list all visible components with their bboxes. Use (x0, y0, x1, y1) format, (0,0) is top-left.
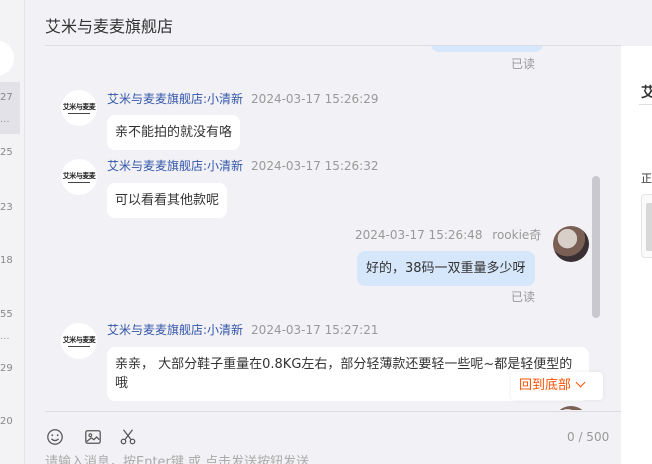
my-message-bubble[interactable]: 好的，38码一双重量多少呀 (357, 251, 535, 286)
message-list[interactable]: 已读 艾米与麦麦 艾米与麦麦旗舰店:小清新 2024-03-17 15:26:29… (25, 46, 621, 410)
back-to-bottom-label: 回到底部 (519, 378, 572, 393)
image-icon[interactable] (83, 428, 103, 446)
message-meta: 艾米与麦麦旗舰店:小清新 2024-03-17 15:26:29 (107, 91, 379, 107)
message-meta: 艾米与麦麦旗舰店:小清新 2024-03-17 15:26:32 (107, 158, 379, 174)
message-input[interactable]: 请输入消息，按Enter键 或 点击发送按钮发送 (45, 454, 309, 464)
product-card[interactable] (641, 194, 652, 258)
product-thumbnail (646, 203, 652, 251)
avatar-logo-line (68, 112, 90, 114)
previous-message-bubble (431, 46, 543, 52)
message-bubble[interactable]: 可以看看其他款呢 (107, 183, 228, 218)
avatar-logo-line (68, 345, 90, 347)
shop-avatar[interactable]: 艾米与麦麦 (61, 90, 97, 126)
conversation-time: 23 (0, 202, 13, 213)
user-avatar[interactable] (553, 406, 589, 410)
message-time: 2024-03-17 15:26:29 (251, 92, 379, 106)
right-panel-divider (639, 104, 652, 105)
conversation-preview: ... (0, 114, 10, 125)
chat-title: 艾米与麦麦旗舰店 (45, 17, 174, 36)
sender-name[interactable]: 艾米与麦麦旗舰店:小清新 (107, 323, 243, 337)
emoji-icon[interactable] (45, 428, 65, 446)
message-time: 2024-03-17 15:26:32 (251, 159, 379, 173)
conversation-time: 55 (0, 309, 13, 320)
avatar-logo-text: 艾米与麦麦 (62, 101, 96, 111)
message-bubble[interactable]: 亲不能拍的就没有咯 (107, 115, 241, 150)
conversation-preview: ... (0, 331, 10, 342)
conversation-list: 27 ... 25 23 18 55 ... 29 20 (0, 0, 25, 464)
app-root: 27 ... 25 23 18 55 ... 29 20 艾米与麦麦旗舰店 已读… (0, 0, 652, 464)
scissors-icon[interactable] (118, 428, 138, 446)
shop-avatar[interactable]: 艾米与麦麦 (61, 159, 97, 195)
message-time: 2024-03-17 15:27:21 (251, 323, 379, 337)
scrollbar[interactable] (592, 176, 600, 318)
chat-pane: 艾米与麦麦旗舰店 已读 艾米与麦麦 艾米与麦麦旗舰店:小清新 2024-03-17… (25, 0, 630, 464)
avatar-logo-text: 艾米与麦麦 (62, 170, 96, 180)
conversation-time: 18 (0, 255, 13, 266)
sender-name[interactable]: 艾米与麦麦旗舰店:小清新 (107, 92, 243, 106)
sender-name: rookie奇 (492, 228, 542, 242)
read-status: 已读 (511, 57, 536, 71)
right-panel: 艾 正 (621, 0, 652, 464)
back-to-bottom-button[interactable]: 回到底部 (511, 372, 603, 400)
conversation-time: 25 (0, 147, 13, 158)
right-panel-top (621, 0, 652, 46)
char-counter: 0 / 500 (567, 430, 610, 444)
sender-name[interactable]: 艾米与麦麦旗舰店:小清新 (107, 159, 243, 173)
shop-avatar[interactable]: 艾米与麦麦 (61, 323, 97, 359)
message-meta: 艾米与麦麦旗舰店:小清新 2024-03-17 15:27:21 (107, 322, 379, 338)
avatar-logo-text: 艾米与麦麦 (62, 334, 96, 344)
message-meta: 2024-03-17 15:26:48 rookie奇 (355, 227, 541, 243)
chevron-down-icon (575, 377, 586, 388)
message-time: 2024-03-17 15:26:48 (355, 228, 483, 242)
user-avatar[interactable] (553, 226, 589, 262)
conversation-time: 27 (0, 92, 13, 103)
selected-conversation[interactable] (0, 82, 20, 134)
avatar-logo-line (68, 181, 90, 183)
right-panel-title: 艾 (641, 85, 652, 101)
input-divider (45, 411, 630, 412)
conversation-avatar[interactable] (0, 40, 14, 76)
right-panel-label: 正 (641, 172, 652, 185)
conversation-time: 29 (0, 363, 13, 374)
conversation-time: 20 (0, 416, 13, 427)
read-status: 已读 (511, 290, 536, 304)
